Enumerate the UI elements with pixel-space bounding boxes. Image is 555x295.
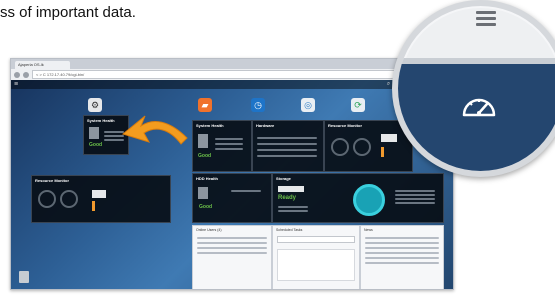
backup-app-icon[interactable]: ◷ <box>251 98 265 112</box>
hdd-health-widget[interactable]: HDD Health Good <box>192 173 272 223</box>
browser-window: Ajaperla OS-lk < > C 172.17.40.79/cgi-bi… <box>10 58 454 290</box>
browser-tab-bar: Ajaperla OS-lk <box>11 59 453 69</box>
settings-app-icon[interactable]: ⚙ <box>88 98 102 112</box>
partial-icon <box>398 14 428 44</box>
cpu-gauge <box>38 190 56 208</box>
magnifier-lens <box>392 0 555 177</box>
scheduled-tasks-widget[interactable]: Scheduled Tasks <box>272 225 360 289</box>
cpu-gauge <box>331 138 349 156</box>
hdd-status: Good <box>199 204 213 210</box>
tasks-list <box>277 249 355 281</box>
usage-bar <box>381 147 384 157</box>
health-status: Good <box>198 153 212 159</box>
memory-gauge <box>353 138 371 156</box>
dashboard-gauge-icon <box>462 98 496 117</box>
usage-bar <box>92 201 95 211</box>
nas-device-icon <box>89 127 99 139</box>
orange-arrow-icon <box>121 115 188 145</box>
main-menu-icon[interactable]: ≡ <box>14 81 18 88</box>
online-users-widget[interactable]: Online Users (4) <box>192 225 272 289</box>
browser-toolbar: < > C 172.17.40.79/cgi-bin/ <box>11 69 453 80</box>
storage-state: Ready <box>278 195 297 201</box>
file-station-app-icon[interactable]: ▰ <box>198 98 212 112</box>
back-icon[interactable] <box>14 71 20 78</box>
widget-title: HDD Health <box>196 176 219 181</box>
cloud-app-icon[interactable]: ◎ <box>301 98 315 112</box>
storage-widget[interactable]: Storage Ready <box>272 173 444 223</box>
widget-title: Scheduled Tasks <box>276 228 303 232</box>
health-status: Good <box>89 142 103 148</box>
forward-icon[interactable] <box>23 71 29 78</box>
hardware-widget[interactable]: Hardware <box>252 120 324 172</box>
search-icon[interactable]: ⌕ <box>387 80 390 89</box>
widget-title: Resource Monitor <box>35 178 70 183</box>
caption-text: ss of important data. <box>0 4 136 21</box>
storage-select[interactable] <box>278 186 304 192</box>
widget-title: System Health <box>196 123 224 128</box>
storage-usage-ring <box>353 184 385 216</box>
desktop-topbar: ≡ ⌕ ● ▲ ⋮ ◔ ≡ <box>11 80 453 89</box>
trash-icon[interactable] <box>19 271 29 283</box>
browser-tab[interactable]: Ajaperla OS-lk <box>15 61 70 69</box>
nas-device-icon <box>198 134 208 148</box>
monitor-select[interactable] <box>92 190 106 198</box>
system-health-widget[interactable]: System Health Good <box>192 120 252 172</box>
hamburger-menu-icon <box>476 8 496 29</box>
news-widget[interactable]: News <box>360 225 444 289</box>
resource-monitor-widget-small[interactable]: Resource Monitor <box>31 175 171 223</box>
hdd-icon <box>198 187 208 199</box>
address-bar[interactable]: < > C 172.17.40.79/cgi-bin/ <box>32 70 450 79</box>
sync-app-icon[interactable]: ⟳ <box>351 98 365 112</box>
widget-title: Online Users (4) <box>196 228 222 232</box>
memory-gauge <box>60 190 78 208</box>
widget-title: Hardware <box>256 123 275 128</box>
widget-title: Storage <box>276 176 291 181</box>
monitor-select[interactable] <box>381 134 397 142</box>
tasks-filter[interactable] <box>277 236 355 243</box>
widget-title: News <box>364 228 373 232</box>
nas-desktop: ≡ ⌕ ● ▲ ⋮ ◔ ≡ ⚙ ▰ ◷ ◎ ⟳ System Health Go… <box>11 80 453 289</box>
